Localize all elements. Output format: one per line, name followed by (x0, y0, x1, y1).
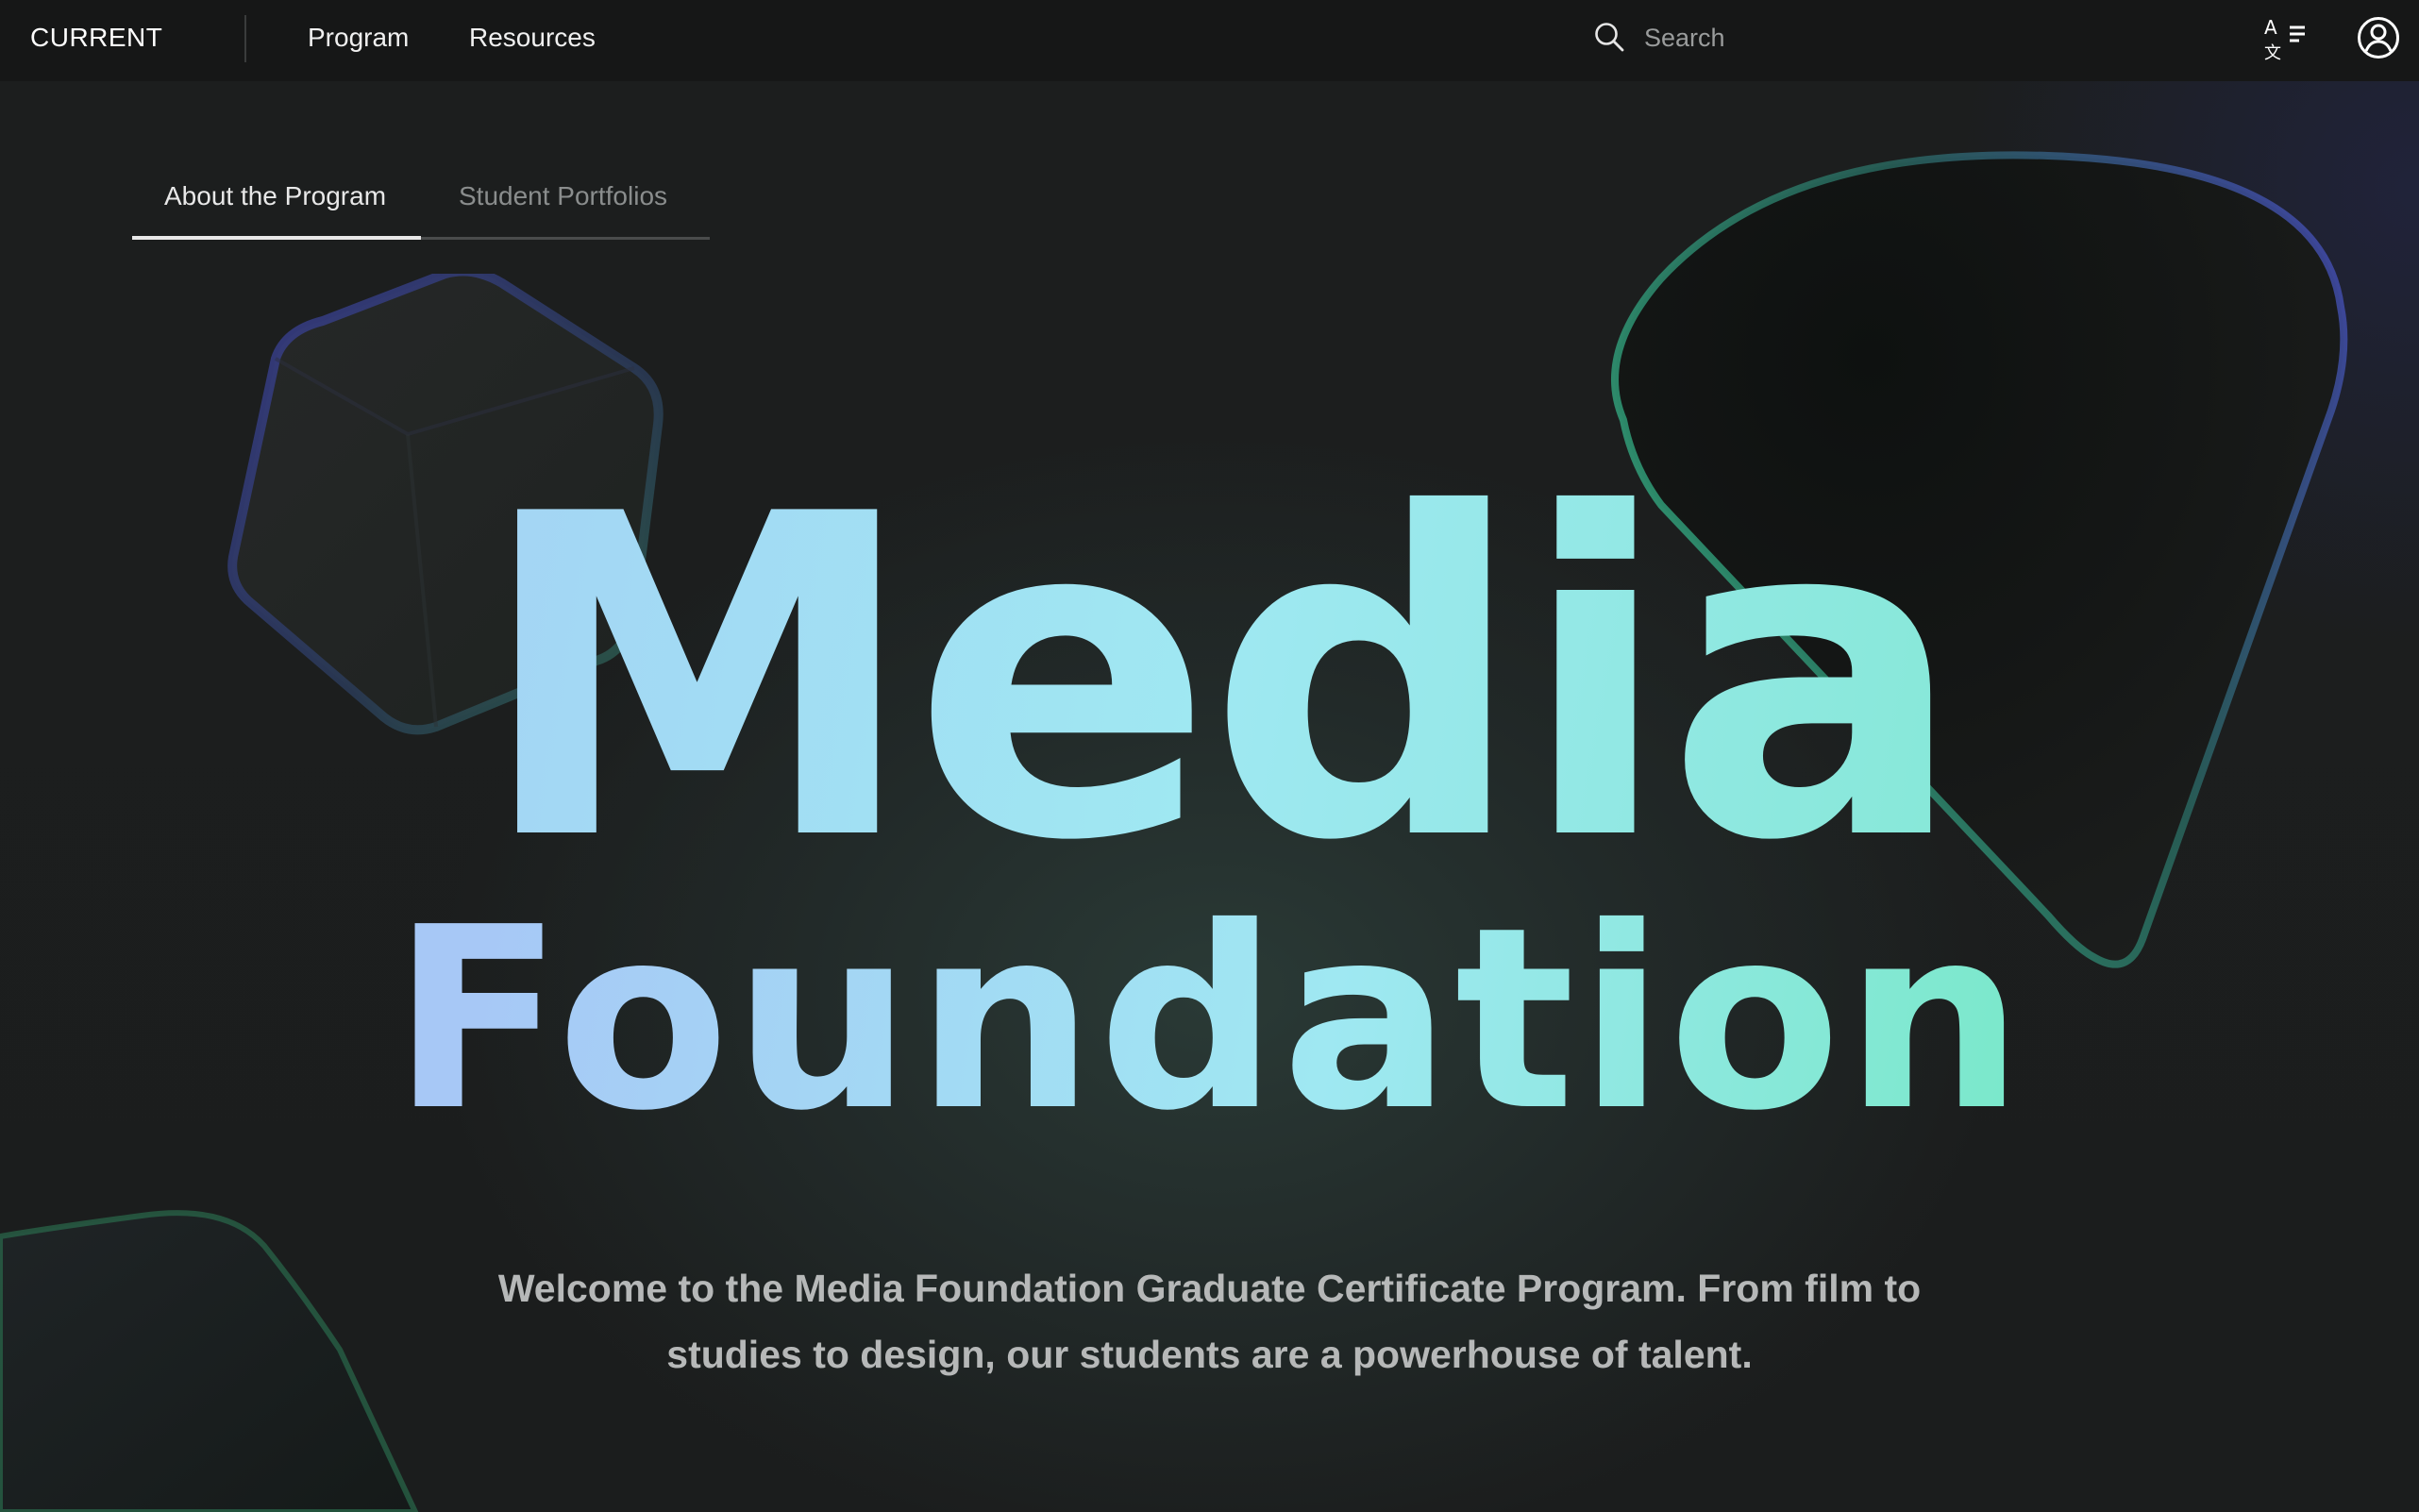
translate-icon[interactable]: A 文 (2263, 15, 2309, 62)
brand-logo[interactable]: CURRENT (30, 23, 162, 53)
hero-title: Media (0, 458, 2419, 901)
tab-student-portfolios[interactable]: Student Portfolios (459, 181, 667, 211)
user-account-icon[interactable] (2356, 15, 2401, 60)
top-navigation-bar: CURRENT Program Resources A 文 (0, 0, 2419, 81)
nav-link-resources[interactable]: Resources (469, 23, 596, 53)
svg-text:A: A (2264, 16, 2277, 39)
svg-text:文: 文 (2264, 43, 2281, 62)
bottom-shape-decoration (0, 1210, 419, 1512)
nav-link-program[interactable]: Program (308, 23, 409, 53)
page: CURRENT Program Resources A 文 About the … (0, 0, 2419, 1512)
active-tab-indicator (132, 236, 421, 240)
intro-text: Welcome to the Media Foundation Graduate… (497, 1267, 1922, 1376)
brand-divider (244, 15, 246, 62)
search-icon[interactable] (1593, 21, 1625, 53)
tab-bar: About the Program Student Portfolios (132, 166, 710, 240)
hero-subtitle: Foundation (0, 894, 2419, 1145)
tab-about-the-program[interactable]: About the Program (164, 181, 386, 211)
search-input[interactable] (1644, 17, 2173, 59)
